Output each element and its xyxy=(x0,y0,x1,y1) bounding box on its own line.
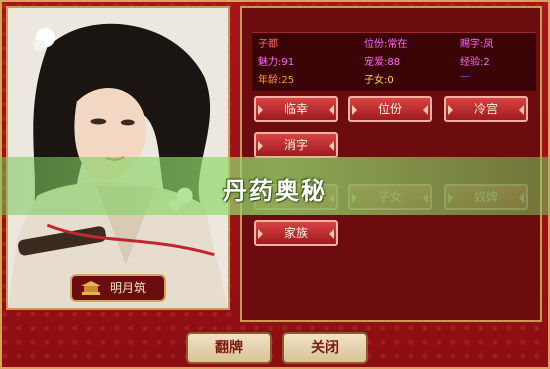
banner-text: 丹药奥秘 xyxy=(223,177,327,205)
stat-favor: 宠爱:88 xyxy=(364,57,401,68)
stat-name: 子都 xyxy=(258,39,278,50)
flip-card-button[interactable]: 翻牌 xyxy=(186,332,272,364)
cold-palace-button[interactable]: 冷宫 xyxy=(444,96,528,122)
summon-button[interactable]: 临幸 xyxy=(254,96,338,122)
stat-empty: — xyxy=(460,71,470,82)
stat-rank: 位份:常在 xyxy=(364,39,408,50)
stat-exp: 经验:2 xyxy=(460,57,490,68)
event-banner: 丹药奥秘 xyxy=(0,157,550,215)
stat-age: 年龄:25 xyxy=(258,75,295,86)
stat-title: 赐字:凤 xyxy=(460,39,494,50)
stat-charm: 魅力:91 xyxy=(258,57,295,68)
stats-table: 子都 位份:常在 赐字:凤 魅力:91 宠爱:88 经验:2 年龄:25 子女:… xyxy=(252,32,536,91)
stat-children: 子女:0 xyxy=(364,75,394,86)
close-button[interactable]: 关闭 xyxy=(282,332,368,364)
character-nameplate[interactable]: 明月筑 xyxy=(70,274,166,302)
rank-button[interactable]: 位份 xyxy=(348,96,432,122)
palace-icon xyxy=(81,281,101,295)
character-name: 明月筑 xyxy=(110,281,147,295)
family-button[interactable]: 家族 xyxy=(254,220,338,246)
remove-title-button[interactable]: 消字 xyxy=(254,132,338,158)
